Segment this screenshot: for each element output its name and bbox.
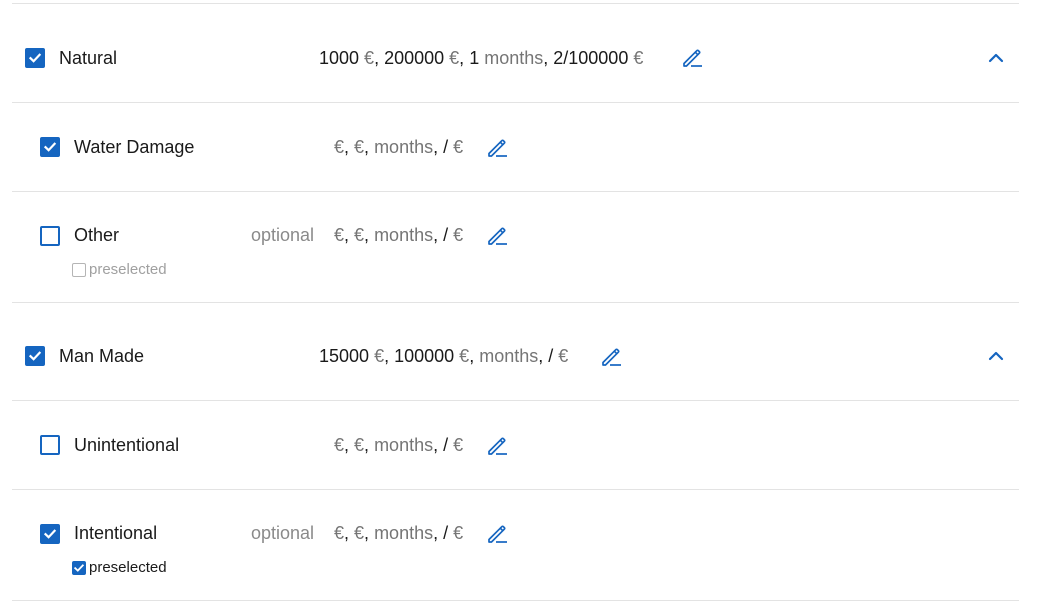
item-row-intentional: Intentional optional €, €, months, / € p… bbox=[0, 490, 1063, 600]
chevron-up-icon[interactable] bbox=[987, 347, 1005, 365]
check-icon bbox=[43, 142, 57, 152]
group-label-natural: Natural bbox=[59, 48, 118, 68]
currency-unit: € bbox=[628, 48, 644, 68]
currency-unit: € bbox=[354, 137, 365, 157]
preselected-checkbox[interactable] bbox=[72, 561, 86, 575]
man-made-checkbox[interactable] bbox=[25, 346, 45, 366]
currency-unit: € bbox=[334, 225, 345, 245]
limit-value: 200000 bbox=[384, 48, 445, 68]
pencil-icon[interactable] bbox=[600, 346, 622, 368]
pencil-icon[interactable] bbox=[486, 523, 508, 545]
preselected-checkbox[interactable] bbox=[72, 263, 86, 277]
unintentional-checkbox[interactable] bbox=[40, 435, 60, 455]
check-icon bbox=[28, 53, 42, 63]
item-label-unintentional: Unintentional bbox=[74, 435, 180, 455]
currency-unit: € bbox=[354, 523, 365, 543]
currency-unit: € bbox=[553, 346, 569, 366]
preselected-label: preselected bbox=[89, 261, 167, 278]
item-row-unintentional: Unintentional €, €, months, / € bbox=[0, 401, 1063, 489]
check-icon bbox=[73, 564, 85, 572]
group-row-man-made: Man Made 15000 €, 100000 €, months, / € bbox=[0, 303, 1063, 400]
currency-unit: € bbox=[448, 137, 464, 157]
currency-unit: € bbox=[369, 346, 385, 366]
other-checkbox[interactable] bbox=[40, 226, 60, 246]
natural-checkbox[interactable] bbox=[25, 48, 45, 68]
currency-unit: € bbox=[448, 435, 464, 455]
chevron-up-icon[interactable] bbox=[987, 49, 1005, 67]
pencil-icon[interactable] bbox=[486, 225, 508, 247]
coverage-summary-natural: 1000 €, 200000 €, 1 months, 2/100000 € bbox=[319, 48, 644, 68]
group-row-natural: Natural 1000 €, 200000 €, 1 months, 2/10… bbox=[0, 0, 1063, 102]
check-icon bbox=[28, 351, 42, 361]
months-unit: months bbox=[374, 137, 434, 157]
item-label-intentional: Intentional bbox=[74, 523, 158, 543]
coverage-summary-water-damage: €, €, months, / € bbox=[334, 137, 464, 157]
check-icon bbox=[43, 529, 57, 539]
currency-unit: € bbox=[334, 137, 345, 157]
deductible-value: 1000 bbox=[319, 48, 360, 68]
coverage-summary-intentional: €, €, months, / € bbox=[334, 523, 464, 543]
currency-unit: € bbox=[359, 48, 375, 68]
water-damage-checkbox[interactable] bbox=[40, 137, 60, 157]
preselected-toggle-other[interactable]: preselected bbox=[72, 262, 192, 278]
months-unit: months bbox=[374, 225, 434, 245]
pencil-icon[interactable] bbox=[486, 137, 508, 159]
item-label-water-damage: Water Damage bbox=[74, 137, 195, 157]
months-unit: months bbox=[374, 523, 434, 543]
deductible-value: 15000 bbox=[319, 346, 370, 366]
currency-unit: € bbox=[448, 523, 464, 543]
months-unit: months bbox=[374, 435, 434, 455]
preselected-label: preselected bbox=[89, 559, 167, 576]
currency-unit: € bbox=[334, 523, 345, 543]
item-row-water-damage: Water Damage €, €, months, / € bbox=[0, 103, 1063, 191]
coverage-summary-man-made: 15000 €, 100000 €, months, / € bbox=[319, 346, 569, 366]
coverage-summary-other: €, €, months, / € bbox=[334, 225, 464, 245]
currency-unit: € bbox=[444, 48, 460, 68]
months-unit: months bbox=[479, 48, 544, 68]
coverage-summary-unintentional: €, €, months, / € bbox=[334, 435, 464, 455]
divider bbox=[12, 600, 1019, 601]
intentional-checkbox[interactable] bbox=[40, 524, 60, 544]
coverage-list: Natural 1000 €, 200000 €, 1 months, 2/10… bbox=[0, 0, 1063, 605]
currency-unit: € bbox=[448, 225, 464, 245]
optional-label: optional bbox=[251, 225, 315, 245]
preselected-toggle-intentional[interactable]: preselected bbox=[72, 560, 192, 576]
currency-unit: € bbox=[454, 346, 470, 366]
months-unit: months bbox=[479, 346, 539, 366]
currency-unit: € bbox=[354, 225, 365, 245]
item-row-other: Other optional €, €, months, / € presele… bbox=[0, 192, 1063, 302]
item-label-other: Other bbox=[74, 225, 120, 245]
currency-unit: € bbox=[354, 435, 365, 455]
group-label-man-made: Man Made bbox=[59, 346, 145, 366]
optional-label: optional bbox=[251, 523, 315, 543]
period-value: 1 bbox=[469, 48, 480, 68]
pencil-icon[interactable] bbox=[486, 435, 508, 457]
limit-value: 100000 bbox=[394, 346, 455, 366]
currency-unit: € bbox=[334, 435, 345, 455]
rate-value: 2/100000 bbox=[553, 48, 629, 68]
pencil-icon[interactable] bbox=[681, 47, 703, 69]
